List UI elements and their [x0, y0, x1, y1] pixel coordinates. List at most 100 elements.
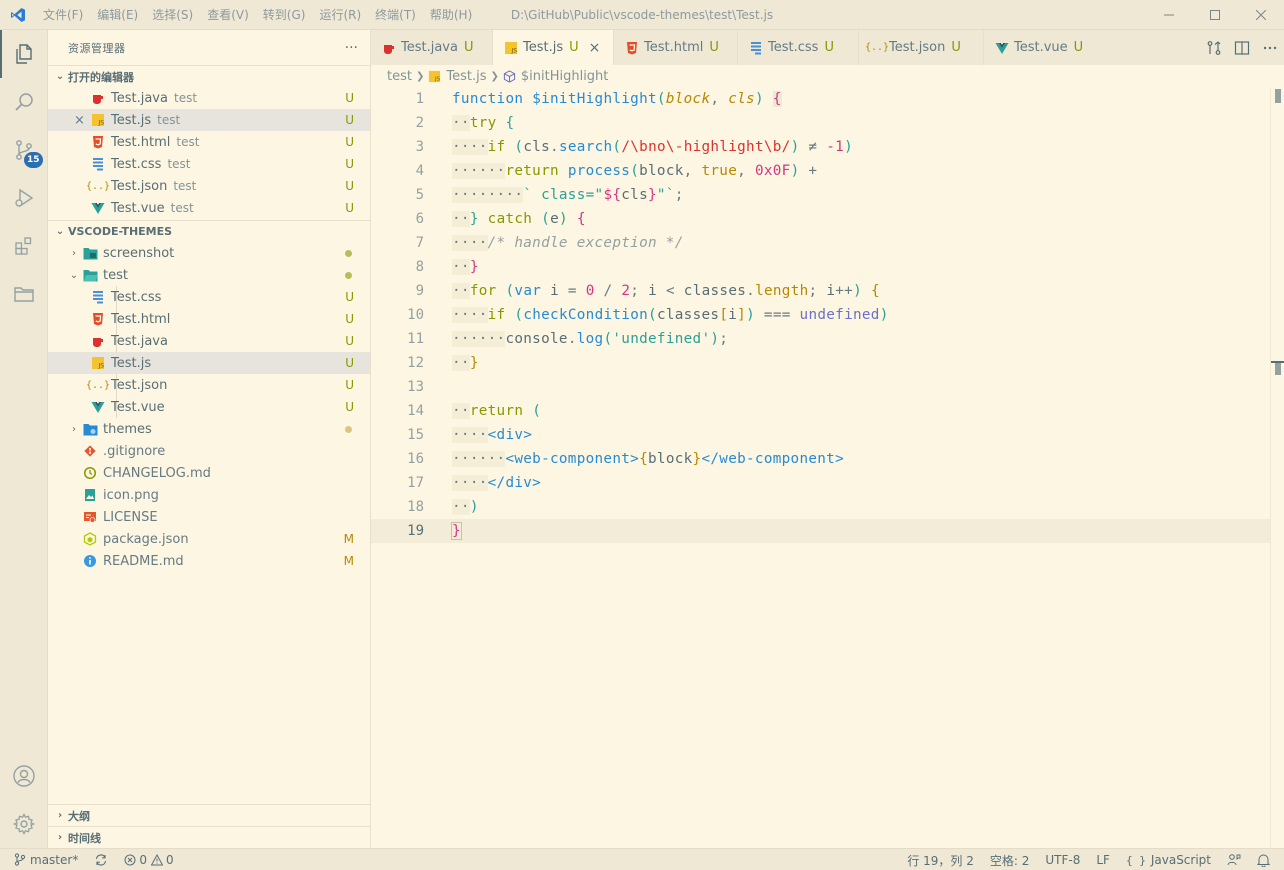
problems-status[interactable]: 0 0	[116, 849, 181, 870]
breadcrumb-folder[interactable]: test	[387, 69, 412, 84]
line-number: 11	[407, 331, 424, 347]
file-item[interactable]: LICENSE	[48, 506, 370, 528]
tab-test-vue[interactable]: Test.vue U	[984, 30, 1104, 65]
tab-test-html[interactable]: Test.html U	[614, 30, 738, 65]
indentation[interactable]: 空格: 2	[982, 849, 1038, 870]
end-of-line[interactable]: LF	[1088, 849, 1118, 870]
file-name: LICENSE	[103, 509, 158, 525]
folder-test[interactable]: ⌄ test	[48, 264, 370, 286]
file-item[interactable]: README.md M	[48, 550, 370, 572]
breadcrumb-symbol[interactable]: $initHighlight	[521, 69, 609, 84]
file-name: Test.js	[111, 355, 152, 371]
workspace-header[interactable]: ⌄ VSCODE-THEMES	[48, 220, 370, 242]
tab-test-css[interactable]: Test.css U	[738, 30, 859, 65]
close-window-button[interactable]	[1238, 0, 1284, 30]
symbol-method-icon	[503, 69, 516, 83]
close-editor-icon[interactable]: ×	[74, 113, 85, 128]
code-line: ····<div>	[452, 427, 533, 443]
feedback-person-icon	[1227, 854, 1241, 866]
account-button[interactable]	[0, 752, 48, 800]
file-item-selected[interactable]: JS Test.js U	[48, 352, 370, 374]
file-item[interactable]: Test.java U	[48, 330, 370, 352]
code-line: ··}	[452, 259, 479, 275]
outline-header[interactable]: › 大纲	[48, 804, 370, 826]
line-number: 4	[415, 163, 424, 179]
encoding[interactable]: UTF-8	[1037, 849, 1088, 870]
settings-button[interactable]	[0, 800, 48, 848]
open-editors-header[interactable]: ⌄ 打开的编辑器	[48, 65, 370, 87]
outline-label: 大纲	[68, 809, 90, 823]
explorer-button[interactable]	[0, 30, 48, 78]
file-item[interactable]: Test.vue U	[48, 396, 370, 418]
file-item[interactable]: icon.png	[48, 484, 370, 506]
more-editor-actions-button[interactable]	[1256, 30, 1284, 65]
branch-status[interactable]: master*	[0, 849, 86, 870]
split-editor-button[interactable]	[1228, 30, 1256, 65]
file-item[interactable]: package.json M	[48, 528, 370, 550]
changelog-file-icon	[82, 465, 98, 481]
minimize-icon	[1164, 14, 1174, 16]
menu-go[interactable]: 转到(G)	[256, 0, 313, 30]
tab-test-json[interactable]: {..} Test.json U	[859, 30, 984, 65]
chevron-down-icon: ⌄	[69, 269, 79, 281]
file-item[interactable]: .gitignore	[48, 440, 370, 462]
open-editor-item[interactable]: Test.html test U	[48, 131, 370, 153]
folder-screenshot[interactable]: › screenshot	[48, 242, 370, 264]
menu-terminal[interactable]: 终端(T)	[368, 0, 423, 30]
tab-git-status: U	[1073, 40, 1084, 55]
menu-help[interactable]: 帮助(H)	[423, 0, 479, 30]
line-number: 6	[415, 211, 424, 227]
tab-label: Test.js	[523, 40, 564, 55]
minimize-button[interactable]	[1146, 0, 1192, 30]
folder-button[interactable]	[0, 270, 48, 318]
maximize-button[interactable]	[1192, 0, 1238, 30]
svg-text:JS: JS	[434, 76, 441, 82]
language-mode[interactable]: { } JavaScript	[1118, 849, 1219, 870]
sync-button[interactable]	[86, 849, 116, 870]
source-control-button[interactable]: 15	[0, 126, 48, 174]
extensions-button[interactable]	[0, 222, 48, 270]
tab-test-java[interactable]: Test.java U	[371, 30, 493, 65]
vertical-scrollbar[interactable]	[1270, 87, 1284, 848]
menu-run[interactable]: 运行(R)	[312, 0, 368, 30]
menu-view[interactable]: 查看(V)	[200, 0, 256, 30]
file-item[interactable]: {..} Test.json U	[48, 374, 370, 396]
tab-test-js-active[interactable]: JS Test.js U ×	[493, 30, 614, 65]
run-debug-button[interactable]	[0, 174, 48, 222]
scrollbar-thumb[interactable]	[1275, 89, 1281, 103]
more-actions-button[interactable]: ···	[345, 40, 358, 56]
timeline-header[interactable]: › 时间线	[48, 826, 370, 848]
menu-edit[interactable]: 编辑(E)	[90, 0, 145, 30]
open-changes-button[interactable]	[1200, 30, 1228, 65]
menu-selection[interactable]: 选择(S)	[145, 0, 200, 30]
title-bar: 文件(F) 编辑(E) 选择(S) 查看(V) 转到(G) 运行(R) 终端(T…	[0, 0, 1284, 30]
file-item[interactable]: Test.html U	[48, 308, 370, 330]
file-item[interactable]: CHANGELOG.md	[48, 462, 370, 484]
tab-label: Test.json	[889, 40, 946, 55]
cursor-position[interactable]: 行 19，列 2	[899, 849, 982, 870]
warning-icon	[150, 853, 163, 865]
menu-file[interactable]: 文件(F)	[36, 0, 90, 30]
feedback-button[interactable]	[1219, 849, 1249, 870]
code-editor[interactable]: 1 2 3 4 5 6 7 8 9 10 11 12 13 14 15 16 1…	[371, 87, 1284, 848]
open-editor-item[interactable]: Test.vue test U	[48, 197, 370, 219]
open-editor-item-active[interactable]: × JS Test.js test U	[48, 109, 370, 131]
folder-themes[interactable]: › themes	[48, 418, 370, 440]
open-editor-item[interactable]: Test.css test U	[48, 153, 370, 175]
notifications-button[interactable]	[1249, 849, 1284, 870]
code-line: ······return process(block, true, 0x0F) …	[452, 163, 818, 179]
git-status-modified: M	[343, 532, 354, 546]
file-name: Test.css	[111, 289, 162, 305]
search-button[interactable]	[0, 78, 48, 126]
file-item[interactable]: Test.css U	[48, 286, 370, 308]
branch-name: master*	[30, 852, 79, 867]
warning-count: 0	[165, 852, 174, 867]
line-number: 16	[407, 451, 424, 467]
close-tab-icon[interactable]: ×	[589, 40, 601, 56]
js-file-icon: JS	[428, 70, 441, 83]
open-editor-item[interactable]: {..} Test.json test U	[48, 175, 370, 197]
breadcrumb-file[interactable]: Test.js	[446, 69, 486, 84]
java-file-icon	[90, 333, 106, 349]
open-editor-item[interactable]: Test.java test U	[48, 87, 370, 109]
file-name: .gitignore	[103, 443, 166, 459]
